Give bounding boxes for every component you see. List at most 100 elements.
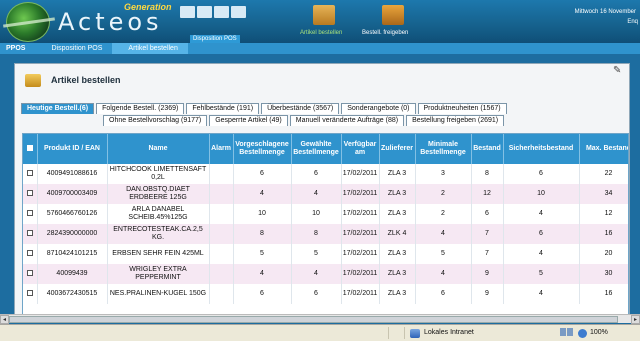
cell-name: ERBSEN SEHR FEIN 425ML	[107, 244, 210, 264]
grid-icon[interactable]	[214, 6, 229, 18]
col-header-available[interactable]: Verfügbar am	[341, 134, 380, 164]
tab-3[interactable]: Überbestände (3567)	[261, 103, 340, 114]
cell-date: 17/02/2011	[341, 244, 380, 264]
cell-chosen[interactable]: 10	[291, 204, 342, 224]
table-row[interactable]: 2824390000000 ENTRECOTESTEAK.CA.2,5 KG. 8 8…	[23, 224, 628, 244]
cell-name: DAN.OBSTQ.DIAET ERDBEERE 125G	[107, 184, 210, 204]
row-checkbox[interactable]	[23, 184, 38, 204]
cell-chosen[interactable]: 4	[291, 184, 342, 204]
tab-5[interactable]: Produktneuheiten (1567)	[417, 103, 507, 114]
release-box-icon[interactable]	[382, 5, 404, 25]
settings-icon[interactable]: ✎	[613, 66, 623, 76]
row-checkbox[interactable]	[23, 204, 38, 224]
scroll-left-arrow-icon[interactable]: ◂	[0, 315, 9, 324]
table-row[interactable]: 5760466760126 ARLA DANABEL SCHEIB.45%125G…	[23, 204, 628, 224]
panel-header: Artikel bestellen	[25, 69, 121, 91]
breadcrumb-ppos[interactable]: PPOS	[0, 43, 35, 54]
cell-safety: 4	[503, 284, 580, 304]
order-box-icon[interactable]	[313, 5, 335, 25]
zone-label: Lokales Intranet	[424, 329, 474, 336]
zoom-level[interactable]: 100%	[590, 327, 608, 339]
tabs-row-2: Ohne Bestellvorschlag (9177) Gesperrte Ar…	[103, 115, 506, 126]
cell-stock: 12	[471, 184, 504, 204]
globe-logo-icon	[6, 2, 50, 42]
table-row[interactable]: 40099439 WRIGLEY EXTRA PEPPERMINT 4 4 17/02/…	[23, 264, 628, 284]
cell-alarm	[209, 204, 234, 224]
tab-secondary-0[interactable]: Ohne Bestellvorschlag (9177)	[103, 115, 208, 126]
tab-secondary-3[interactable]: Bestellung freigeben (2691)	[406, 115, 505, 126]
select-all-checkbox[interactable]	[23, 134, 38, 164]
cell-ean: 4009491088616	[37, 164, 108, 184]
table-header-row: Produkt ID / EAN Name Alarm Vorgeschlage…	[23, 134, 628, 164]
row-checkbox[interactable]	[23, 224, 38, 244]
col-header-name[interactable]: Name	[107, 134, 210, 164]
module-icons[interactable]	[180, 6, 258, 32]
col-header-ean[interactable]: Produkt ID / EAN	[37, 134, 108, 164]
cell-proposed: 6	[233, 164, 292, 184]
table-row[interactable]: 4009700003409 DAN.OBSTQ.DIAET ERDBEERE 12…	[23, 184, 628, 204]
tab-2[interactable]: Fehlbestände (191)	[186, 103, 260, 114]
zoom-icon[interactable]	[578, 328, 587, 338]
scroll-right-arrow-icon[interactable]: ▸	[631, 315, 640, 324]
cell-proposed: 8	[233, 224, 292, 244]
nav-disposition-pos[interactable]: Disposition POS	[190, 35, 240, 43]
row-checkbox[interactable]	[23, 164, 38, 184]
col-header-safety[interactable]: Sicherheitsbestand	[503, 134, 580, 164]
cell-chosen[interactable]: 4	[291, 264, 342, 284]
tab-0[interactable]: Heutige Bestell.(6)	[21, 103, 95, 114]
cell-chosen[interactable]: 8	[291, 224, 342, 244]
cell-proposed: 4	[233, 184, 292, 204]
cell-min: 5	[415, 244, 472, 264]
truck-icon[interactable]	[197, 6, 212, 18]
cell-max: 20	[579, 244, 628, 264]
cell-ean: 2824390000000	[37, 224, 108, 244]
cell-supplier: ZLA 3	[379, 204, 416, 224]
row-checkbox[interactable]	[23, 284, 38, 304]
cell-safety: 5	[503, 264, 580, 284]
cell-safety: 6	[503, 164, 580, 184]
artikel-bestellen-action[interactable]: Artikel bestellen	[300, 30, 342, 36]
breadcrumb: PPOS Disposition POS Artikel bestellen	[0, 43, 640, 54]
tab-secondary-2[interactable]: Manuell veränderte Aufträge (88)	[289, 115, 405, 126]
bestell-freigeben-action[interactable]: Bestell. freigeben	[362, 30, 408, 36]
forklift-icon[interactable]	[231, 6, 246, 18]
col-header-proposed[interactable]: Vorgeschlagene Bestellmenge	[233, 134, 292, 164]
scrollbar-thumb[interactable]	[9, 316, 618, 323]
col-header-chosen[interactable]: Gewählte Bestellmenge	[291, 134, 342, 164]
cell-min: 4	[415, 264, 472, 284]
status-divider	[388, 327, 389, 339]
panel-title: Artikel bestellen	[51, 75, 121, 85]
cell-proposed: 5	[233, 244, 292, 264]
cell-safety: 10	[503, 184, 580, 204]
table-row[interactable]: 4009491088616 HITCHCOOK LIMETTENSAFT 0,2L…	[23, 164, 628, 184]
status-divider	[404, 327, 405, 339]
table-row[interactable]: 4003672430515 NES.PRALINEN-KUGEL 150G 6 6 17…	[23, 284, 628, 304]
cell-chosen[interactable]: 5	[291, 244, 342, 264]
status-icons[interactable]	[560, 328, 576, 338]
cell-chosen[interactable]: 6	[291, 284, 342, 304]
cell-chosen[interactable]: 6	[291, 164, 342, 184]
zoom-control[interactable]: 100%	[578, 327, 608, 339]
cell-alarm	[209, 184, 234, 204]
cell-safety: 4	[503, 244, 580, 264]
breadcrumb-disposition[interactable]: Disposition POS	[35, 43, 112, 54]
tab-1[interactable]: Folgende Bestell. (2369)	[96, 103, 185, 114]
tab-4[interactable]: Sonderangebote (0)	[341, 103, 416, 114]
cell-alarm	[209, 284, 234, 304]
tab-secondary-1[interactable]: Gesperrte Artikel (49)	[209, 115, 288, 126]
cart-icon[interactable]	[180, 6, 195, 18]
horizontal-scrollbar[interactable]: ◂ ▸	[0, 314, 640, 324]
row-checkbox[interactable]	[23, 264, 38, 284]
col-header-min[interactable]: Minimale Bestellmenge	[415, 134, 472, 164]
cell-stock: 8	[471, 164, 504, 184]
col-header-stock[interactable]: Bestand	[471, 134, 504, 164]
cell-min: 2	[415, 184, 472, 204]
col-header-max[interactable]: Max. Bestand	[579, 134, 628, 164]
col-header-alarm[interactable]: Alarm	[209, 134, 234, 164]
col-header-supplier[interactable]: Zulieferer	[379, 134, 416, 164]
app-header: Acteos Generation Disposition POS Artike…	[0, 0, 640, 43]
table-row[interactable]: 8710424101215 ERBSEN SEHR FEIN 425ML 5 5 17/…	[23, 244, 628, 264]
row-checkbox[interactable]	[23, 244, 38, 264]
cell-date: 17/02/2011	[341, 224, 380, 244]
cell-proposed: 10	[233, 204, 292, 224]
